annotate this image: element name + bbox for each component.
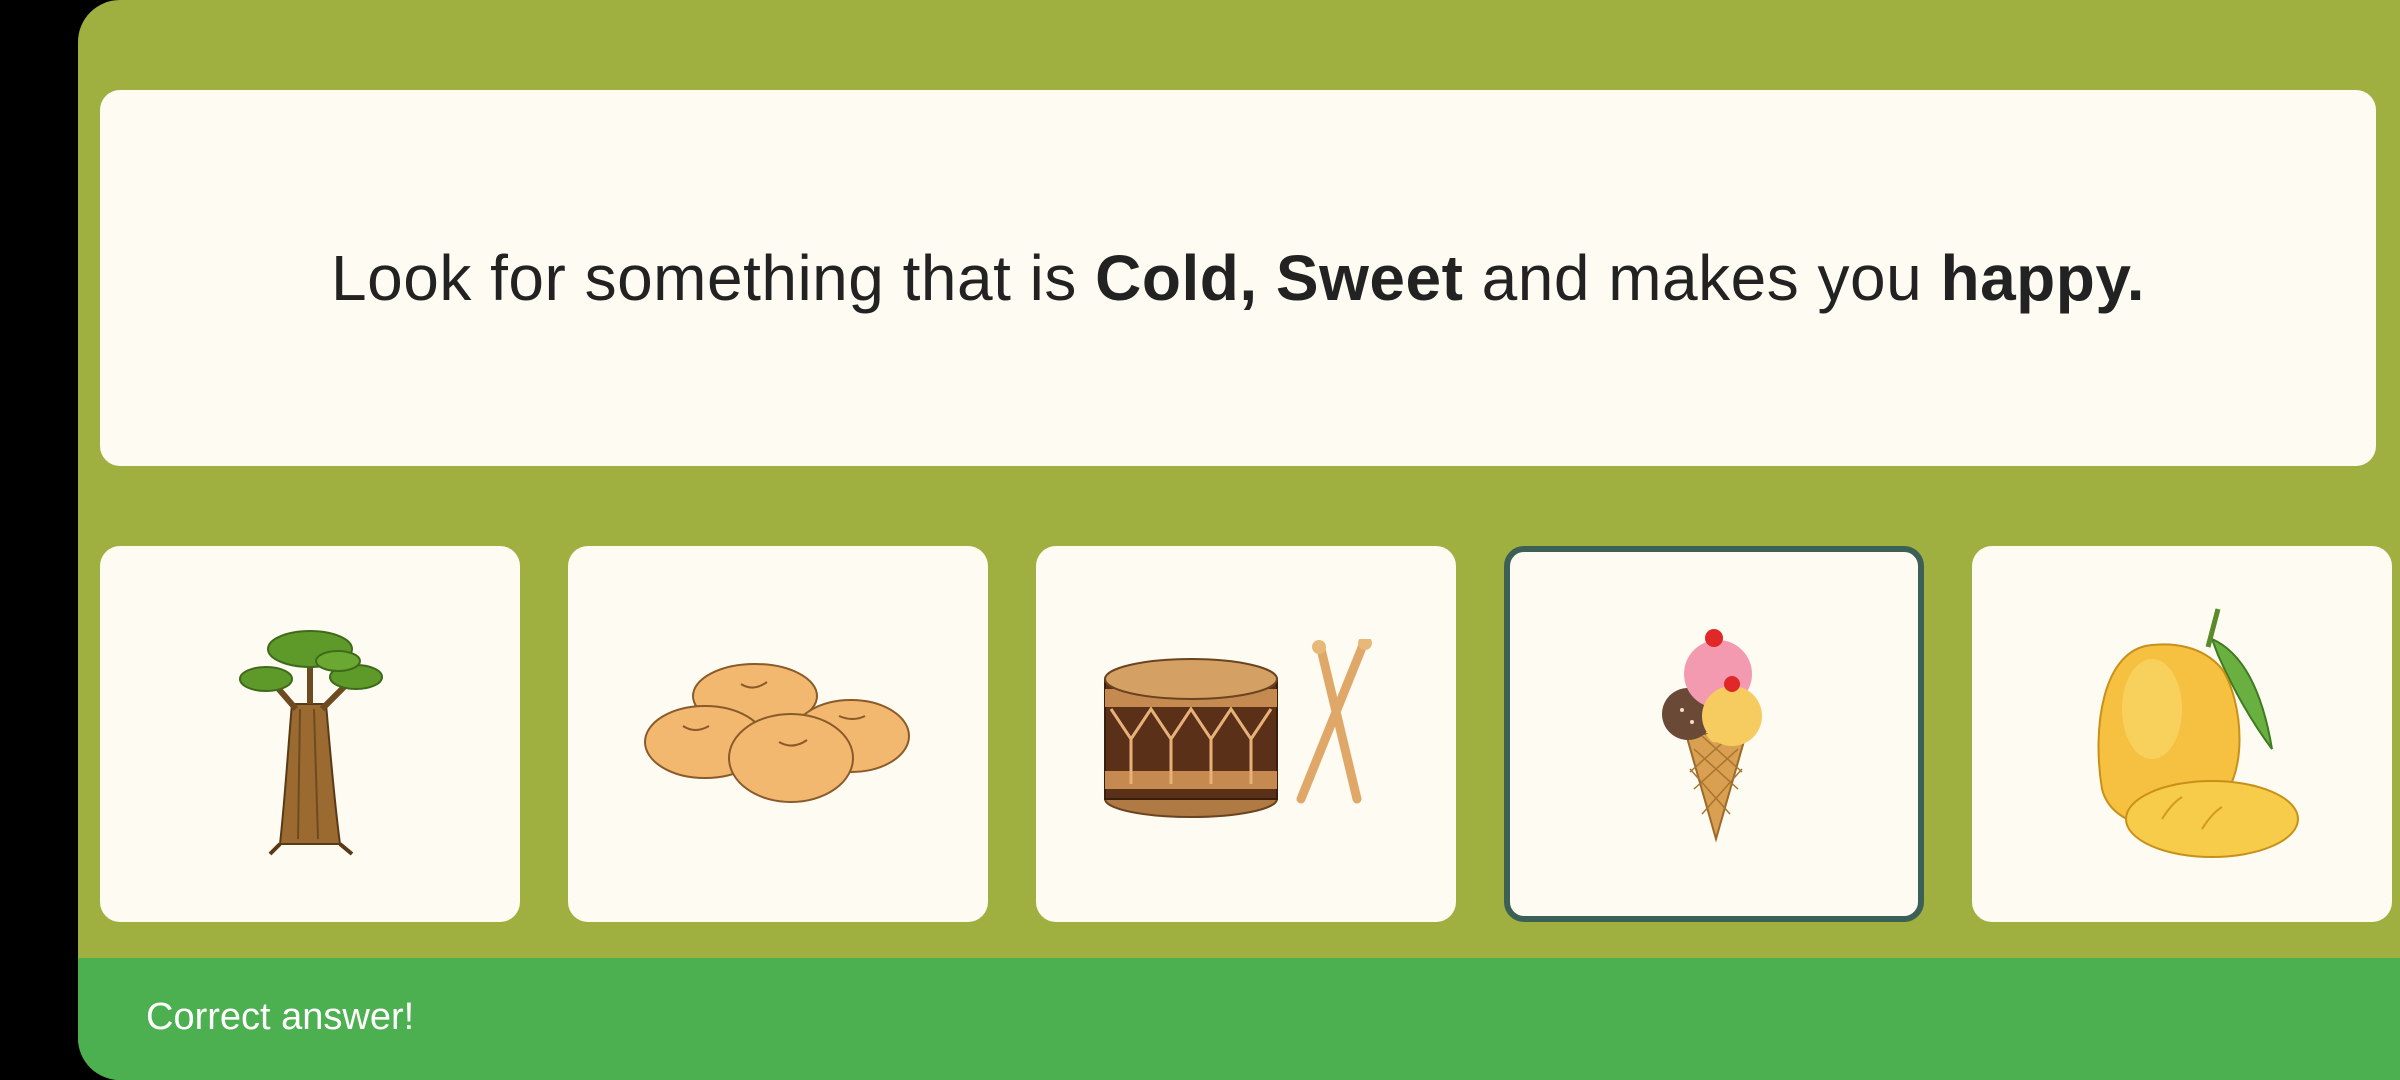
option-card-drum[interactable] xyxy=(1036,546,1456,922)
ice-cream-cone-icon xyxy=(1662,629,1762,843)
mango-icon xyxy=(2097,608,2299,858)
question-text-part: and makes you xyxy=(1463,241,1941,314)
question-keyword-cold-sweet: Cold, Sweet xyxy=(1095,241,1464,314)
option-card-mango[interactable] xyxy=(1972,546,2392,922)
question-text-part: Look for something that is xyxy=(331,241,1096,314)
feedback-bar: Correct answer! xyxy=(78,958,2400,1080)
drum-icon xyxy=(1104,639,1372,818)
question-card: Look for something that is Cold, Sweet a… xyxy=(100,90,2376,466)
baobab-tree-icon xyxy=(239,630,383,856)
question-text: Look for something that is Cold, Sweet a… xyxy=(331,240,2145,317)
option-card-baobab[interactable] xyxy=(100,546,520,922)
quiz-screen: Look for something that is Cold, Sweet a… xyxy=(78,0,2400,1080)
feedback-text: Correct answer! xyxy=(146,996,415,1038)
option-card-peanuts[interactable] xyxy=(568,546,988,922)
question-keyword-happy: happy. xyxy=(1940,241,2145,314)
peanuts-icon xyxy=(644,663,910,803)
option-card-ice-cream[interactable] xyxy=(1504,546,1924,922)
